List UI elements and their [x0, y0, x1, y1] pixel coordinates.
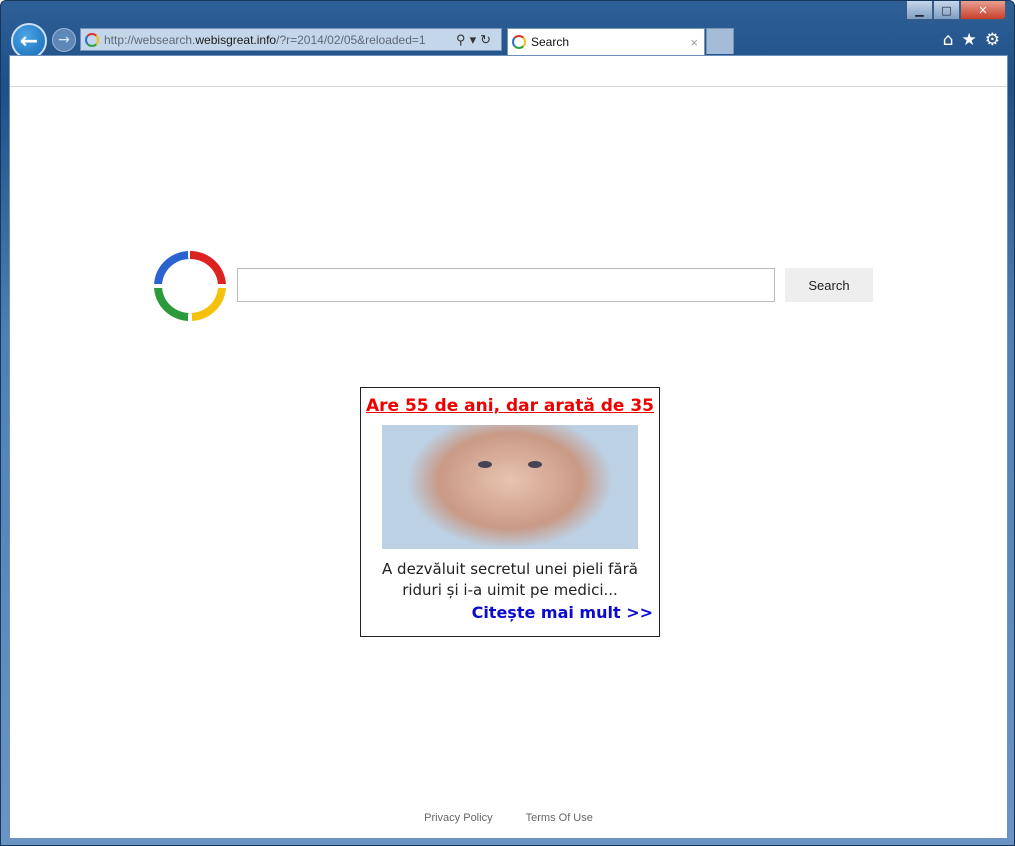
privacy-policy-link[interactable]: Privacy Policy — [424, 812, 492, 824]
url-suffix: /?r=2014/02/05&reloaded=1 — [276, 32, 426, 47]
ad-title-link[interactable]: Are 55 de ani, dar arată de 35 — [361, 396, 659, 416]
url-domain: webisgreat.info — [195, 32, 277, 47]
arrow-right-icon: → — [58, 32, 70, 48]
ad-body-text: A dezvăluit secretul unei pieli fără rid… — [382, 560, 638, 599]
site-favicon-icon — [85, 32, 99, 47]
arrow-left-icon: ← — [19, 28, 39, 54]
search-icon[interactable]: ⚲ — [456, 32, 470, 47]
refresh-icon[interactable]: ↻ — [480, 32, 495, 47]
page-content: Search Are 55 de ani, dar arată de 35 A … — [9, 55, 1008, 839]
back-button[interactable]: ← — [11, 23, 47, 59]
address-bar[interactable]: http://websearch. webisgreat.info/?r=2014… — [80, 28, 502, 51]
search-input[interactable] — [237, 268, 775, 302]
maximize-button[interactable]: □ — [933, 1, 960, 20]
footer: Privacy Policy Terms Of Use — [10, 812, 1007, 824]
star-icon[interactable]: ★ — [962, 30, 977, 50]
ad-read-more-link[interactable]: Citește mai mult >> — [361, 603, 653, 622]
new-tab-button[interactable] — [706, 28, 734, 54]
browser-window: ▁ □ ✕ ← → http://websearch. webisgreat.in… — [0, 0, 1015, 846]
url-prefix: http://websearch. — [104, 32, 196, 47]
ad-image[interactable] — [382, 425, 638, 549]
advertisement[interactable]: Are 55 de ani, dar arată de 35 A dezvălu… — [360, 387, 660, 637]
page-top-strip — [10, 56, 1007, 87]
close-window-button[interactable]: ✕ — [960, 1, 1006, 20]
close-tab-icon[interactable]: × — [690, 35, 698, 50]
tab-favicon-icon — [512, 35, 526, 49]
window-controls: ▁ □ ✕ — [906, 1, 1006, 20]
home-icon[interactable]: ⌂ — [943, 30, 954, 50]
minimize-button[interactable]: ▁ — [906, 1, 933, 20]
tab-search[interactable]: Search × — [507, 28, 705, 55]
search-button[interactable]: Search — [785, 268, 873, 302]
forward-button[interactable]: → — [52, 28, 76, 52]
dropdown-icon[interactable]: ▾ — [470, 32, 481, 47]
terms-of-use-link[interactable]: Terms Of Use — [526, 812, 593, 824]
gear-icon[interactable]: ⚙ — [985, 30, 1000, 50]
site-logo — [154, 251, 226, 321]
tab-title: Search — [531, 35, 570, 49]
